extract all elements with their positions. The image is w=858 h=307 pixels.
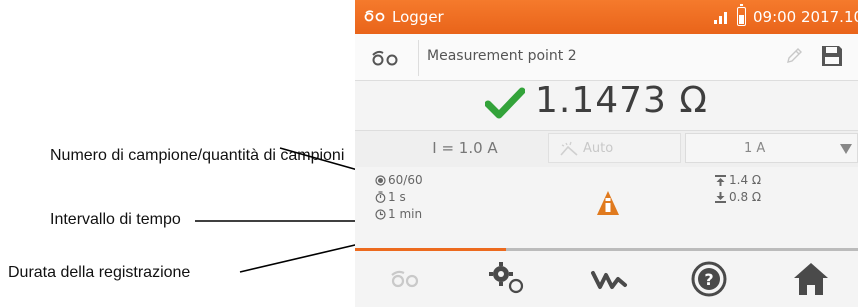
divider: [418, 40, 419, 76]
annotation-samples-text: Numero di campione/quantità di campioni: [50, 147, 345, 164]
upper-limit-value: 1.4 Ω: [729, 173, 762, 187]
annotation-duration: Durata della registrazione: [8, 263, 190, 282]
upper-limit-icon: [715, 175, 726, 186]
annotation-samples: Numero di campione/quantità di campioni: [50, 146, 350, 165]
meter-screen: Logger 09:00 2017.10.27 Measurement poin…: [355, 0, 858, 307]
interval-value: 1 s: [388, 190, 406, 204]
logger-icon[interactable]: [385, 259, 425, 299]
clock: 09:00 2017.10.27: [753, 8, 858, 26]
duration-row: 1 min: [375, 207, 422, 221]
annotation-interval: Intervallo di tempo: [50, 210, 181, 229]
pencil-icon[interactable]: [785, 47, 803, 65]
interval-row: 1 s: [375, 190, 406, 204]
save-icon[interactable]: [820, 44, 844, 68]
bottom-nav: ?: [355, 251, 858, 307]
range-select[interactable]: 1 A: [685, 133, 858, 163]
annotation-duration-text: Durata della registrazione: [8, 264, 191, 281]
auto-label: Auto: [583, 141, 614, 156]
upper-limit-row: 1.4 Ω: [715, 173, 761, 187]
lower-limit-row: 0.8 Ω: [715, 190, 761, 204]
samples-value: 60/60: [388, 173, 423, 187]
test-current: I = 1.0 A: [432, 139, 498, 157]
samples-icon: [375, 175, 386, 186]
measurement-result: 1.1473 Ω: [355, 80, 858, 126]
range-value: 1 A: [744, 141, 766, 156]
auto-icon: [560, 141, 578, 156]
status-bar: Logger 09:00 2017.10.27: [355, 0, 858, 34]
samples-row: 60/60: [375, 173, 423, 187]
parameters-row: I = 1.0 A Auto 1 A: [355, 130, 858, 168]
app-title: Logger: [392, 8, 444, 26]
stopwatch-icon: [375, 191, 386, 203]
auto-button[interactable]: Auto: [548, 133, 681, 163]
chart-icon[interactable]: [589, 259, 629, 299]
svg-text:?: ?: [704, 270, 713, 289]
duration-value: 1 min: [388, 207, 423, 221]
logger-icon[interactable]: [371, 49, 399, 67]
warning-icon: [597, 191, 619, 215]
logger-icon: [364, 10, 385, 22]
signal-icon: [714, 12, 727, 24]
checkmark-icon: [485, 87, 525, 119]
clock-icon: [375, 209, 386, 220]
logger-info: 60/60 1 s 1 min 1.4 Ω 0.8 Ω: [355, 167, 858, 245]
chevron-down-icon: [840, 144, 852, 154]
help-icon[interactable]: ?: [689, 259, 729, 299]
arrow-duration: [239, 238, 374, 273]
lower-limit-icon: [715, 192, 726, 203]
settings-icon[interactable]: [487, 259, 527, 299]
resistance-value: 1.1473 Ω: [535, 80, 708, 121]
annotation-interval-text: Intervallo di tempo: [50, 211, 181, 228]
lower-limit-value: 0.8 Ω: [729, 190, 762, 204]
home-icon[interactable]: [791, 259, 831, 299]
measurement-point-name[interactable]: Measurement point 2: [427, 48, 577, 64]
battery-icon: [737, 4, 746, 26]
measurement-point-bar: Measurement point 2: [355, 34, 858, 81]
